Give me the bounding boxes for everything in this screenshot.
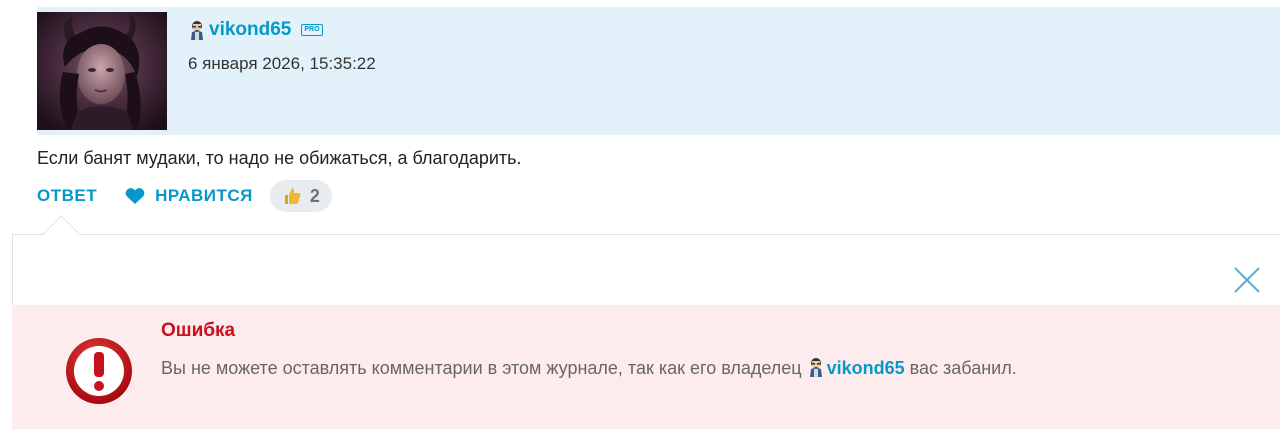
avatar[interactable] <box>37 12 167 130</box>
thumbs-up-icon <box>284 188 301 204</box>
user-icon[interactable] <box>807 357 825 377</box>
like-count: 2 <box>309 185 320 206</box>
error-text-end: вас забанил. <box>904 358 1017 378</box>
error-title: Ошибка <box>161 320 236 341</box>
error-text: Вы не можете оставлять комментарии в это… <box>161 354 1081 382</box>
close-icon[interactable] <box>1233 266 1261 294</box>
like-button[interactable]: НРАВИТСЯ <box>124 186 253 206</box>
comment-actions: ОТВЕТ НРАВИТСЯ 2 <box>37 180 332 212</box>
post-author: vikond65 PRO <box>188 19 323 41</box>
like-label: НРАВИТСЯ <box>155 186 253 205</box>
pro-badge: PRO <box>301 24 323 36</box>
post-date: 6 января 2026, 15:35:22 <box>188 54 376 73</box>
error-message: Ошибка Вы не можете оставлять комментари… <box>12 305 1280 429</box>
heart-icon <box>125 188 145 204</box>
error-icon <box>66 338 132 404</box>
username-link[interactable]: vikond65 <box>209 19 291 41</box>
like-counter[interactable]: 2 <box>269 180 332 212</box>
panel-pointer <box>41 215 81 236</box>
comment-text: Если банят мудаки, то надо не обижаться,… <box>37 148 522 168</box>
error-text-start: Вы не можете оставлять комментарии в это… <box>161 358 807 378</box>
user-icon[interactable] <box>188 20 206 40</box>
error-username-link[interactable]: vikond65 <box>827 358 905 378</box>
reply-button[interactable]: ОТВЕТ <box>37 186 97 206</box>
